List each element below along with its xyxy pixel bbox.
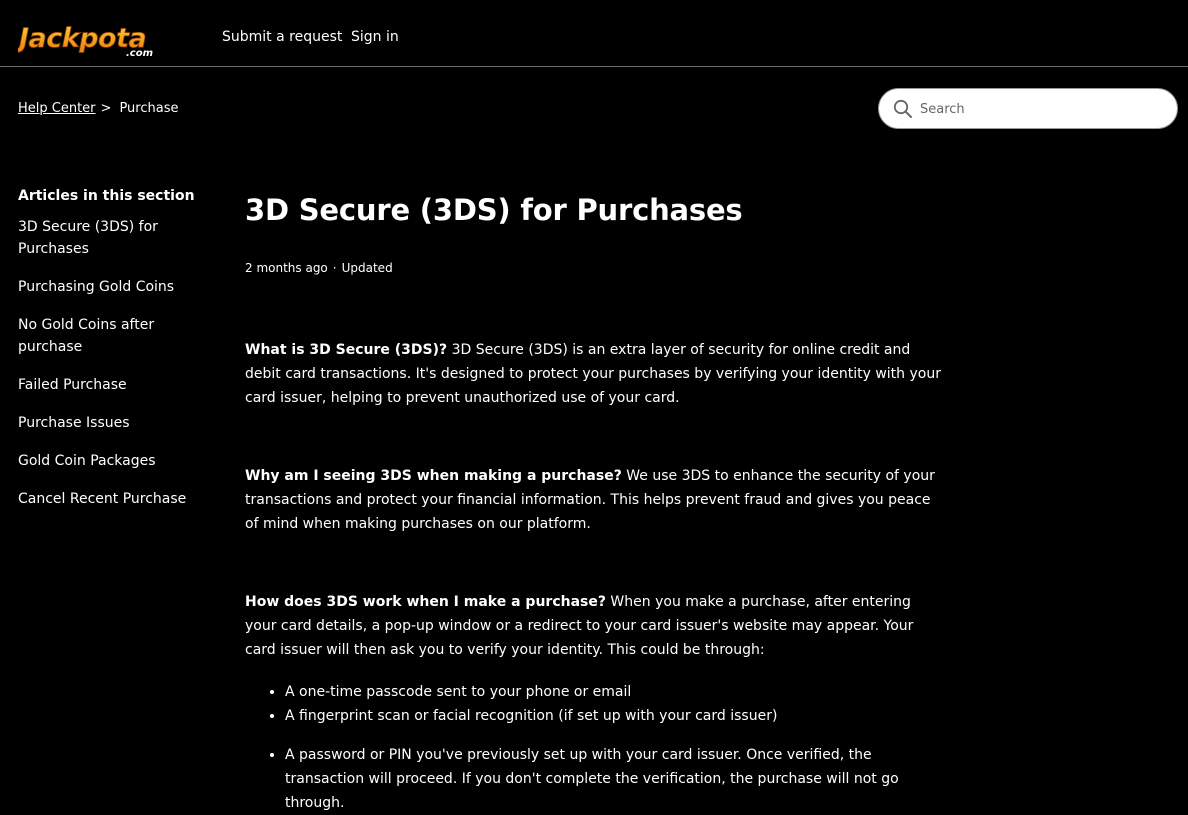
question-what-is-3ds: What is 3D Secure (3DS)? — [245, 342, 448, 358]
paragraph-how-3ds-works: How does 3DS work when I make a purchase… — [245, 590, 945, 662]
sidebar-heading: Articles in this section — [18, 188, 195, 204]
breadcrumb-help-center[interactable]: Help Center — [18, 101, 96, 116]
sidebar-item-failed-purchase[interactable]: Failed Purchase — [18, 374, 218, 396]
article-body: What is 3D Secure (3DS)? 3D Secure (3DS)… — [245, 338, 945, 815]
logo-domain: .com — [126, 48, 153, 59]
meta-dot: · — [332, 261, 337, 275]
list-item: A one-time passcode sent to your phone o… — [285, 680, 945, 704]
section-articles-sidebar: Articles in this section 3D Secure (3DS)… — [18, 186, 223, 526]
question-how-3ds-works: How does 3DS work when I make a purchase… — [245, 594, 606, 610]
sidebar-item-no-gold-coins[interactable]: No Gold Coins after purchase — [18, 314, 218, 358]
jackpota-logo[interactable]: Jackpota .com — [18, 16, 163, 60]
breadcrumb-current: Purchase — [119, 101, 179, 116]
sidebar-item-purchase-issues[interactable]: Purchase Issues — [18, 412, 218, 434]
sidebar-item-purchasing-gold-coins[interactable]: Purchasing Gold Coins — [18, 276, 218, 298]
search-box[interactable] — [878, 88, 1178, 129]
submit-request-link[interactable]: Submit a request — [222, 29, 342, 45]
breadcrumb: Help Center > Purchase — [18, 101, 178, 116]
site-header: Jackpota .com Submit a request Sign in — [0, 0, 1188, 67]
search-input[interactable] — [918, 97, 1163, 121]
list-item: A password or PIN you've previously set … — [285, 743, 945, 815]
paragraph-what-is-3ds: What is 3D Secure (3DS)? 3D Secure (3DS)… — [245, 338, 945, 410]
question-why-3ds: Why am I seeing 3DS when making a purcha… — [245, 468, 622, 484]
verification-methods-list: A one-time passcode sent to your phone o… — [245, 680, 945, 815]
search-icon[interactable] — [893, 99, 913, 119]
article-meta: 2 months ago · Updated — [245, 259, 945, 277]
article: 3D Secure (3DS) for Purchases 2 months a… — [245, 188, 945, 815]
sidebar-item-gold-coin-packages[interactable]: Gold Coin Packages — [18, 450, 218, 472]
article-date: 2 months ago — [245, 261, 328, 275]
sidebar-item-cancel-recent-purchase[interactable]: Cancel Recent Purchase — [18, 488, 218, 510]
breadcrumb-separator: > — [100, 101, 112, 116]
sign-in-link[interactable]: Sign in — [351, 29, 399, 45]
article-title: 3D Secure (3DS) for Purchases — [245, 193, 743, 227]
article-status: Updated — [341, 261, 393, 275]
sidebar-item-3ds[interactable]: 3D Secure (3DS) for Purchases — [18, 216, 218, 260]
sidebar-article-list: 3D Secure (3DS) for Purchases Purchasing… — [18, 216, 223, 510]
list-item: A fingerprint scan or facial recognition… — [285, 704, 945, 728]
paragraph-why-3ds: Why am I seeing 3DS when making a purcha… — [245, 464, 945, 536]
logo-graphic: Jackpota .com — [18, 23, 153, 59]
